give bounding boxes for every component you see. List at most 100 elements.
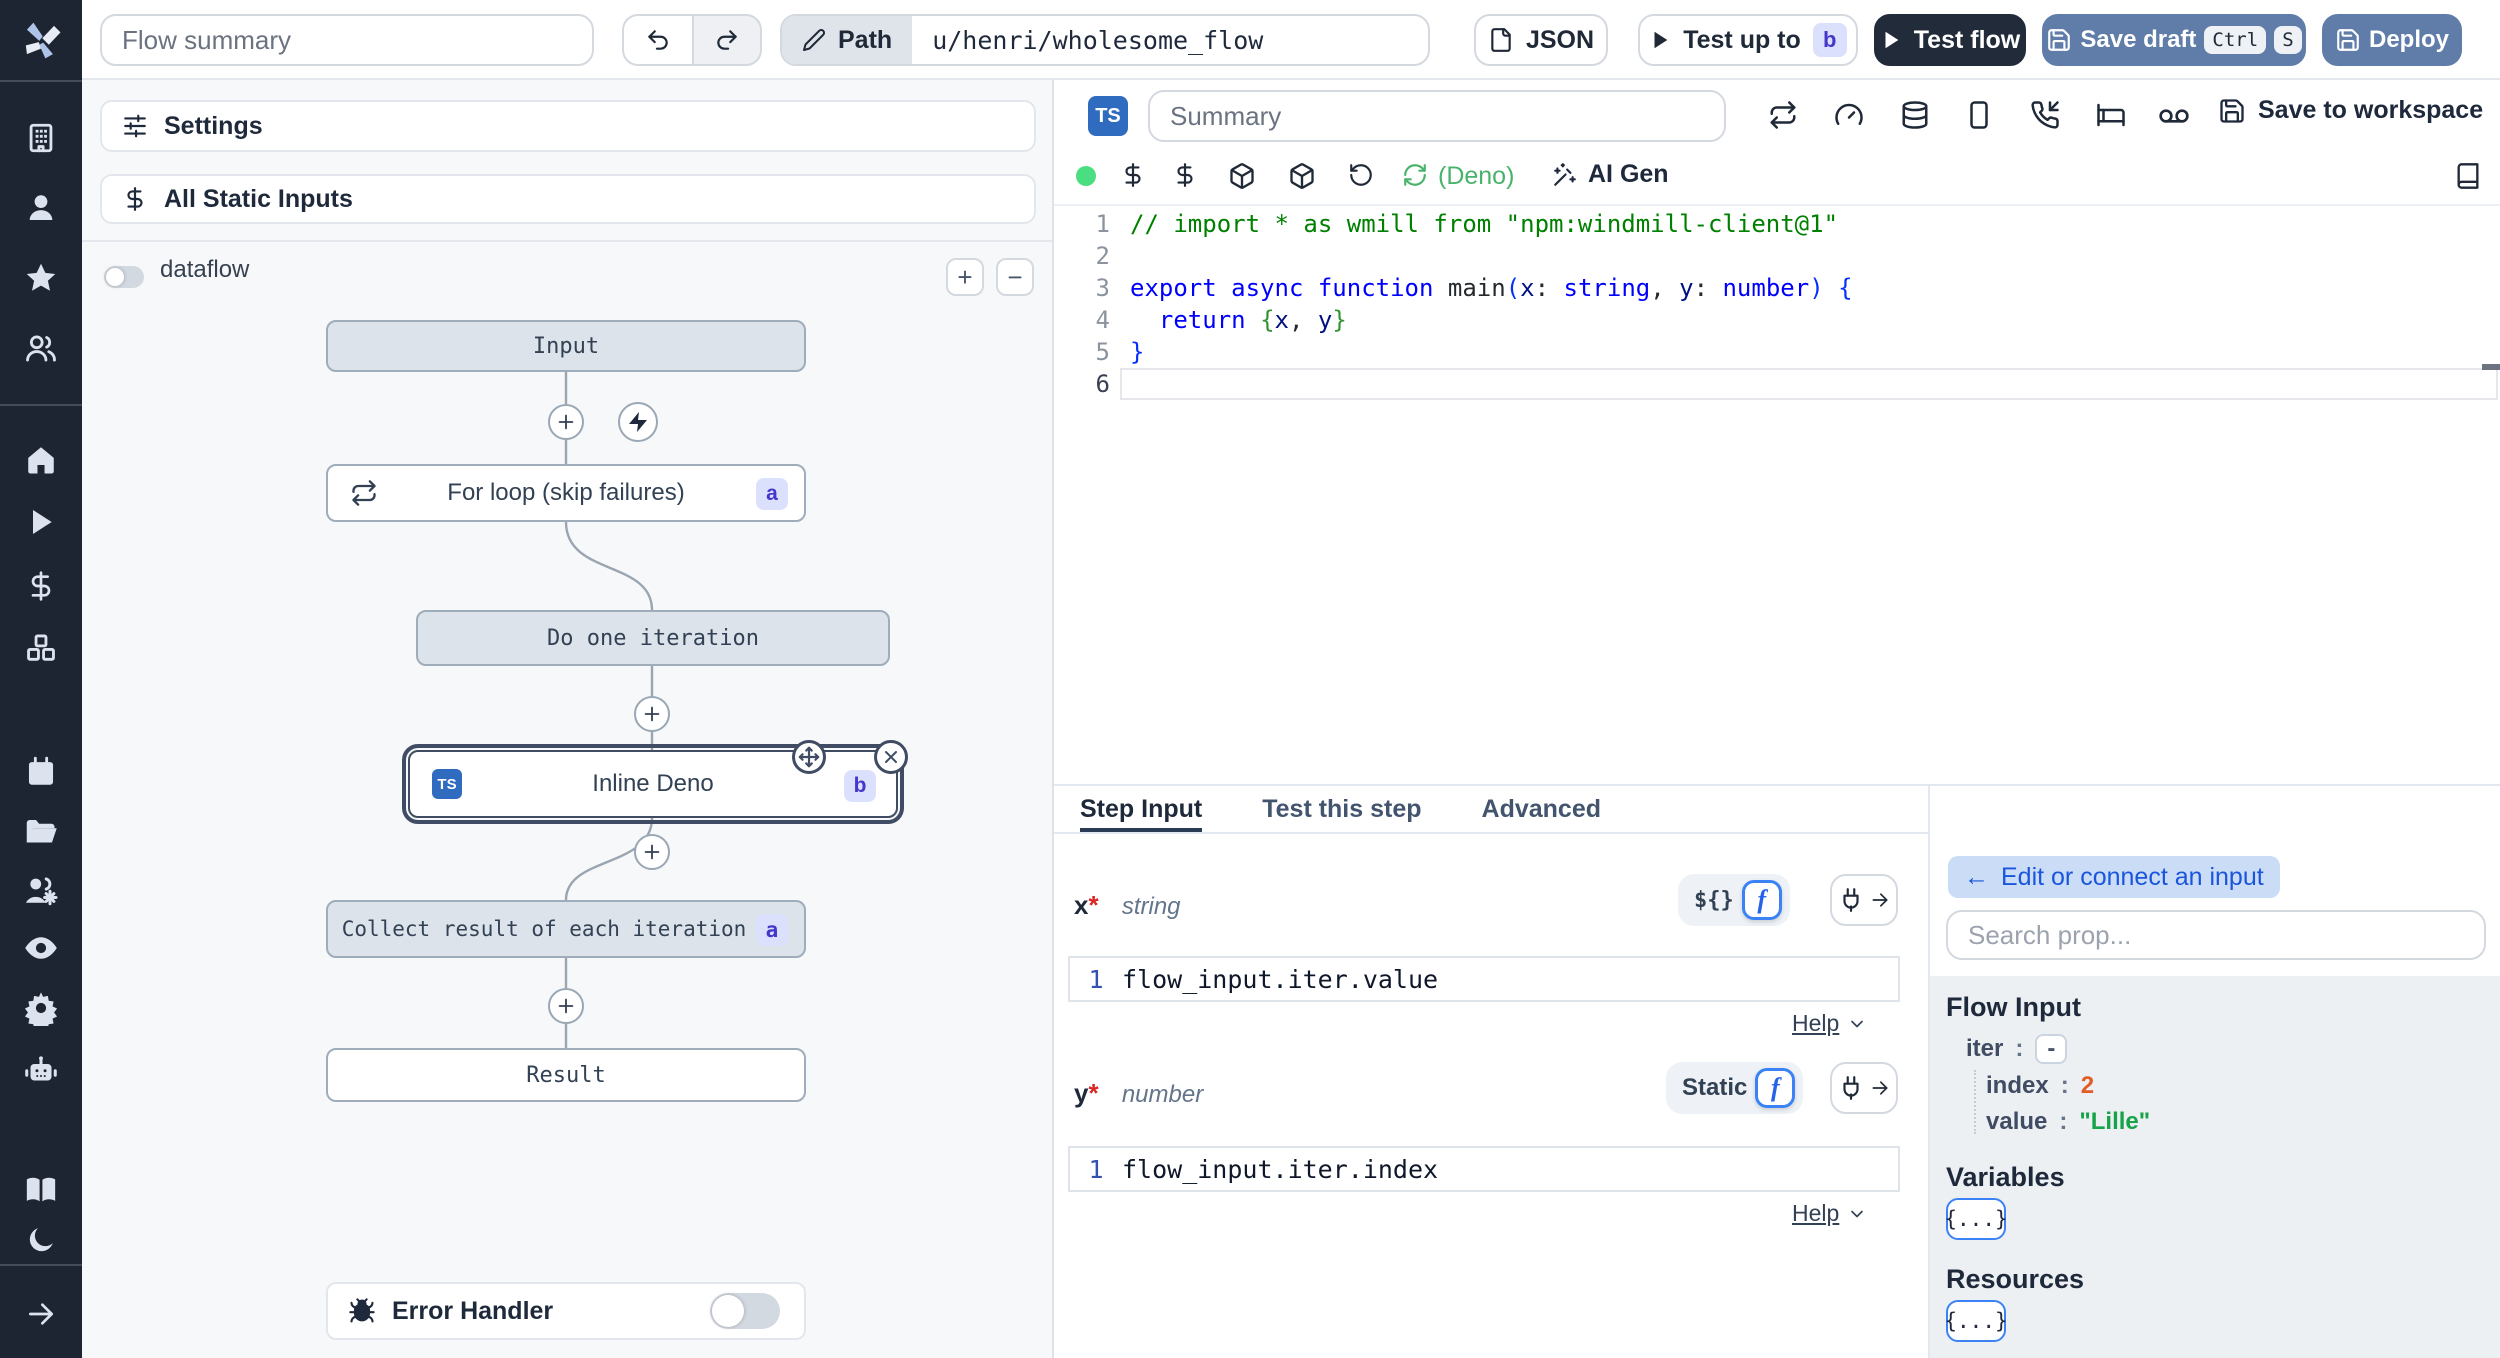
add-step-button[interactable] (548, 988, 584, 1024)
error-handler-toggle[interactable] (710, 1293, 780, 1329)
test-up-to-button[interactable]: Test up to b (1638, 14, 1858, 66)
save-icon (2335, 27, 2361, 53)
y-help-link[interactable]: Help (1792, 1200, 1867, 1227)
search-prop-input[interactable]: Search prop... (1946, 910, 2486, 960)
edit-or-connect-button[interactable]: ← Edit or connect an input (1948, 856, 2280, 898)
add-step-button[interactable] (548, 404, 584, 440)
trigger-button[interactable] (618, 402, 658, 442)
sidebar-ai-icon[interactable] (23, 1052, 59, 1088)
arrow-right-icon (1870, 1078, 1890, 1098)
plus-icon (641, 703, 663, 725)
bed-icon[interactable] (2096, 100, 2126, 130)
arrow-left-icon: ← (1964, 862, 1989, 891)
x-value-editor[interactable]: 1 flow_input.iter.value (1068, 956, 1900, 1002)
code-editor[interactable]: 123456 // import * as wmill from "npm:wi… (1054, 204, 2500, 784)
save-to-workspace-button[interactable]: Save to workspace (2218, 96, 2483, 125)
resources-expand-chip[interactable]: {...} (1944, 1300, 2008, 1342)
summary-input[interactable]: Summary (1148, 90, 1726, 142)
tab-step-input[interactable]: Step Input (1080, 786, 1202, 832)
delete-node-button[interactable] (874, 740, 908, 774)
node-badge-a: a (756, 914, 788, 946)
sidebar-home-icon[interactable] (24, 443, 58, 477)
package-icon[interactable] (1228, 162, 1256, 190)
file-json-icon (1488, 27, 1514, 53)
sidebar-variables-icon[interactable] (25, 570, 57, 602)
y-connect-button[interactable] (1830, 1062, 1898, 1114)
x-help-link[interactable]: Help (1792, 1010, 1867, 1037)
sidebar-docs-icon[interactable] (24, 1173, 58, 1207)
sidebar-dark-mode-icon[interactable] (25, 1224, 57, 1256)
flow-node-collect-result[interactable]: Collect result of each iteration a (326, 900, 806, 958)
current-line-highlight (1120, 368, 2498, 400)
refresh-icon[interactable] (1402, 162, 1428, 188)
expr-mode-button[interactable]: ${} (1694, 888, 1734, 913)
windmill-logo-icon[interactable] (15, 14, 67, 66)
y-value-editor[interactable]: 1 flow_input.iter.index (1068, 1146, 1900, 1192)
pencil-icon (802, 28, 826, 52)
dollar-icon[interactable] (1172, 162, 1198, 188)
x-connect-button[interactable] (1830, 874, 1898, 926)
function-mode-button[interactable]: f (1755, 1068, 1796, 1108)
variables-heading: Variables (1946, 1162, 2065, 1192)
step-tabs: Step Input Test this step Advanced (1054, 786, 1928, 834)
undo-button[interactable] (622, 14, 692, 66)
dollar-icon[interactable] (1120, 162, 1146, 188)
sidebar-favorites-icon[interactable] (23, 260, 59, 296)
prop-picker-panel: ← Edit or connect an input Search prop..… (1928, 786, 2500, 1358)
repeat-icon[interactable] (1768, 100, 1798, 130)
redo-button[interactable] (692, 14, 762, 66)
flow-node-result[interactable]: Result (326, 1048, 806, 1102)
prop-iter-row[interactable]: iter: - (1966, 1034, 2068, 1064)
collapse-chip[interactable]: - (2035, 1034, 2068, 1064)
error-handler-row[interactable]: Error Handler (326, 1282, 806, 1340)
package-icon[interactable] (1288, 162, 1316, 190)
x-input-mode-group: ${} f (1678, 874, 1790, 926)
flow-node-forloop[interactable]: For loop (skip failures) a (326, 464, 806, 522)
sidebar-groups-icon[interactable] (24, 331, 58, 365)
path-input[interactable]: u/henri/wholesome_flow (912, 16, 1283, 64)
save-icon (2218, 97, 2246, 125)
mobile-icon[interactable] (1964, 100, 1994, 130)
book-icon[interactable] (2454, 162, 2482, 190)
plus-icon (555, 995, 577, 1017)
tab-advanced[interactable]: Advanced (1482, 786, 1601, 832)
flow-summary-input[interactable]: Flow summary (100, 14, 594, 66)
flow-node-do-one-iteration[interactable]: Do one iteration (416, 610, 890, 666)
variables-expand-chip[interactable]: {...} (1944, 1198, 2008, 1240)
sidebar-audit-logs-icon[interactable] (23, 930, 59, 966)
tab-test-this-step[interactable]: Test this step (1262, 786, 1421, 832)
test-flow-button[interactable]: Test flow (1874, 14, 2026, 66)
chevron-down-icon (1847, 1204, 1867, 1224)
sidebar-schedules-icon[interactable] (24, 755, 58, 789)
voicemail-icon[interactable] (2158, 100, 2190, 132)
add-step-button[interactable] (634, 696, 670, 732)
sidebar-resources-icon[interactable] (24, 631, 58, 665)
prop-value-row[interactable]: value: "Lille" (1986, 1108, 2150, 1136)
function-mode-button[interactable]: f (1741, 880, 1782, 920)
database-icon[interactable] (1900, 100, 1930, 130)
json-button[interactable]: JSON (1474, 14, 1608, 66)
ai-gen-button[interactable]: AI Gen (1552, 160, 1669, 189)
save-draft-button[interactable]: Save draft Ctrl S (2042, 14, 2306, 66)
sidebar-collapse-icon[interactable] (25, 1298, 57, 1330)
sidebar-folders-icon[interactable] (23, 814, 59, 850)
phone-incoming-icon[interactable] (2030, 100, 2060, 130)
windmill-flow-editor: Flow summary Path u/henri/wholesome_flow… (0, 0, 2500, 1358)
resources-heading: Resources (1946, 1264, 2085, 1294)
sidebar-runs-icon[interactable] (25, 506, 57, 538)
gauge-icon[interactable] (1834, 100, 1864, 130)
add-step-button[interactable] (634, 834, 670, 870)
rotate-ccw-icon[interactable] (1348, 162, 1374, 188)
sidebar-user-icon[interactable] (24, 191, 58, 225)
static-mode-button[interactable]: Static (1682, 1074, 1747, 1102)
play-icon (1649, 29, 1671, 51)
sidebar-settings-icon[interactable] (23, 990, 59, 1026)
sidebar-workspace-icon[interactable] (24, 121, 58, 155)
flow-node-input[interactable]: Input (326, 320, 806, 372)
move-node-button[interactable] (792, 740, 826, 774)
deploy-button[interactable]: Deploy (2322, 14, 2462, 66)
arrow-right-icon (1870, 890, 1890, 910)
kbd-ctrl: Ctrl (2204, 26, 2267, 54)
prop-index-row[interactable]: index: 2 (1986, 1072, 2094, 1100)
sidebar-workers-icon[interactable] (23, 872, 59, 908)
